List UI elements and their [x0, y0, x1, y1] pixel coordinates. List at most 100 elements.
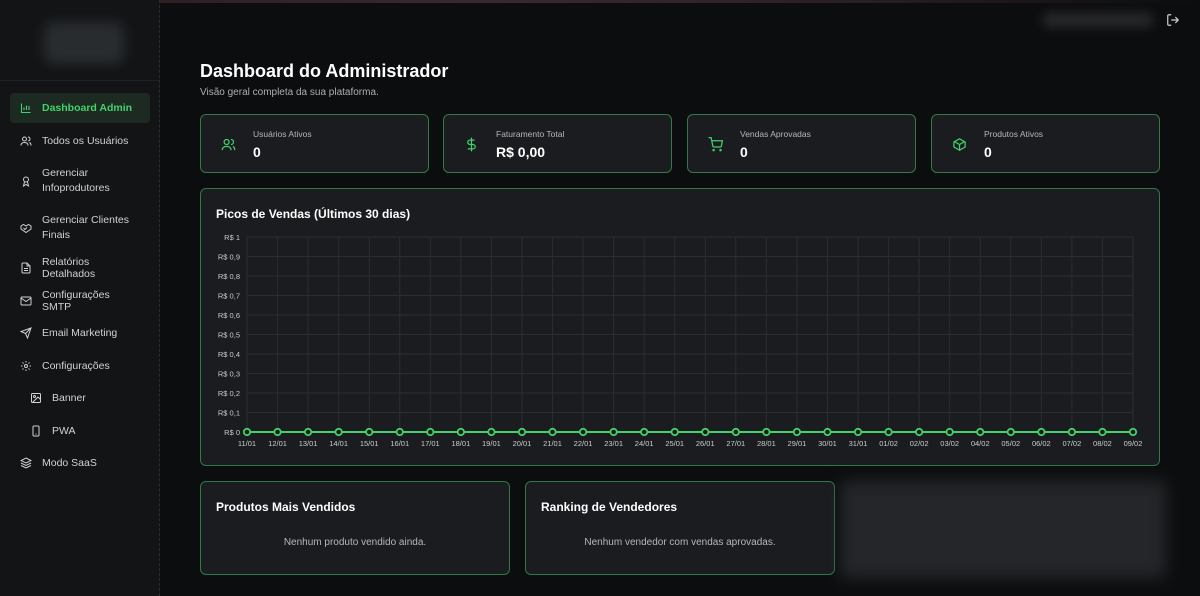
stat-card-produtos-ativos: Produtos Ativos 0: [931, 114, 1160, 173]
layers-icon: [20, 457, 32, 469]
y-tick-label: R$ 0,9: [218, 253, 240, 262]
logout-icon[interactable]: [1166, 13, 1180, 27]
stat-label: Usuários Ativos: [253, 129, 312, 139]
data-point: [1037, 427, 1046, 437]
send-icon: [20, 327, 32, 339]
cart-icon: [708, 137, 724, 152]
x-tick-label: 09/02: [1124, 439, 1143, 448]
blurred-widget: [840, 481, 1166, 578]
data-point: [670, 427, 679, 437]
sidebar-item-modo-saas[interactable]: Modo SaaS: [10, 448, 150, 478]
sidebar: Dashboard Admin Todos os Usuários Gerenc…: [0, 0, 160, 596]
empty-state: Nenhum vendedor com vendas aprovadas.: [584, 537, 776, 548]
dollar-icon: [464, 137, 479, 152]
sidebar-item-relatorios[interactable]: Relatórios Detalhados: [10, 253, 150, 283]
x-tick-label: 20/01: [513, 439, 532, 448]
logo[interactable]: [44, 22, 124, 64]
data-point: [273, 427, 282, 437]
x-tick-label: 27/01: [726, 439, 745, 448]
x-tick-label: 25/01: [665, 439, 684, 448]
x-tick-label: 11/01: [238, 439, 256, 448]
data-point: [1006, 427, 1015, 437]
data-point: [792, 427, 802, 437]
y-tick-label: R$ 0,3: [218, 370, 240, 379]
sidebar-item-banner[interactable]: Banner: [10, 383, 150, 413]
x-tick-label: 23/01: [604, 439, 623, 448]
top-accent-strip: [0, 0, 1200, 3]
stat-card-faturamento: Faturamento Total R$ 0,00: [443, 114, 672, 173]
sidebar-item-label: Todos os Usuários: [42, 134, 129, 147]
x-tick-label: 13/01: [299, 439, 318, 448]
user-menu[interactable]: [1042, 12, 1154, 28]
data-point: [1098, 427, 1107, 437]
sidebar-item-clientes-finais[interactable]: Gerenciar Clientes Finais: [10, 206, 150, 251]
mail-icon: [20, 295, 32, 307]
sidebar-item-pwa[interactable]: PWA: [10, 416, 150, 446]
y-tick-label: R$ 0,5: [218, 331, 240, 340]
data-point: [823, 427, 832, 437]
sidebar-item-label: Modo SaaS: [42, 457, 97, 469]
sidebar-item-label: PWA: [52, 424, 76, 437]
sidebar-item-dashboard-admin[interactable]: Dashboard Admin: [10, 93, 150, 123]
stat-label: Vendas Aprovadas: [740, 129, 811, 139]
bar-chart-icon: [20, 102, 32, 114]
data-point: [365, 427, 374, 437]
sidebar-item-label: Banner: [52, 392, 86, 404]
sidebar-item-infoprodutores[interactable]: Gerenciar Infoprodutores: [10, 158, 150, 203]
y-tick-label: R$ 0,6: [218, 311, 240, 320]
y-tick-label: R$ 0,1: [218, 409, 240, 418]
image-icon: [30, 392, 42, 404]
data-point: [426, 427, 435, 437]
stat-value: 0: [984, 144, 992, 160]
sidebar-item-label: Configurações: [42, 359, 110, 372]
data-point: [548, 427, 557, 437]
stat-value: 0: [253, 144, 261, 160]
x-tick-label: 05/02: [1001, 439, 1020, 448]
x-tick-label: 15/01: [360, 439, 379, 448]
panel-title: Produtos Mais Vendidos: [216, 500, 356, 514]
data-point: [731, 427, 740, 437]
data-point: [334, 427, 343, 437]
x-tick-label: 03/02: [940, 439, 959, 448]
handshake-icon: [20, 222, 32, 234]
x-tick-label: 16/01: [390, 439, 409, 448]
users-icon: [221, 137, 236, 152]
stat-value: 0: [740, 144, 748, 160]
sidebar-item-todos-usuarios[interactable]: Todos os Usuários: [10, 126, 150, 156]
stat-label: Produtos Ativos: [984, 129, 1044, 139]
package-icon: [952, 137, 967, 152]
sidebar-item-smtp[interactable]: Configurações SMTP: [10, 286, 150, 316]
file-text-icon: [20, 262, 32, 274]
sidebar-item-label: Relatórios Detalhados: [42, 256, 96, 280]
data-point: [609, 427, 618, 437]
data-point: [304, 427, 313, 437]
y-tick-label: R$ 1: [224, 233, 240, 242]
x-tick-label: 18/01: [451, 439, 470, 448]
x-tick-label: 01/02: [879, 439, 898, 448]
data-point: [395, 427, 404, 437]
sidebar-item-email-marketing[interactable]: Email Marketing: [10, 318, 150, 348]
data-point: [976, 427, 985, 437]
page-subtitle: Visão geral completa da sua plataforma.: [200, 87, 379, 98]
data-point: [578, 427, 588, 437]
sidebar-item-configuracoes[interactable]: Configurações: [10, 351, 150, 381]
x-tick-label: 19/01: [482, 439, 501, 448]
sales-chart-card: Picos de Vendas (Últimos 30 dias) R$ 0 R$…: [200, 188, 1160, 466]
stat-card-usuarios-ativos: Usuários Ativos 0: [200, 114, 429, 173]
sidebar-item-label: Configurações SMTP: [42, 288, 110, 313]
y-tick-label: R$ 0,2: [218, 389, 240, 398]
x-tick-label: 07/02: [1063, 439, 1082, 448]
stat-value: R$ 0,00: [496, 144, 546, 160]
x-tick-label: 04/02: [971, 439, 990, 448]
sidebar-item-label: Gerenciar Infoprodutores: [42, 166, 110, 194]
y-tick-label: R$ 0,8: [218, 272, 240, 281]
ranking-panel: Ranking de Vendedores Nenhum vendedor co…: [525, 481, 835, 575]
y-tick-label: R$ 0,7: [218, 292, 240, 301]
x-tick-label: 22/01: [574, 439, 593, 448]
data-point: [945, 427, 954, 437]
users-icon: [20, 135, 32, 147]
data-point: [456, 427, 465, 437]
stat-label: Faturamento Total: [496, 129, 565, 139]
x-tick-label: 21/01: [543, 439, 562, 448]
x-tick-label: 17/01: [421, 439, 440, 448]
